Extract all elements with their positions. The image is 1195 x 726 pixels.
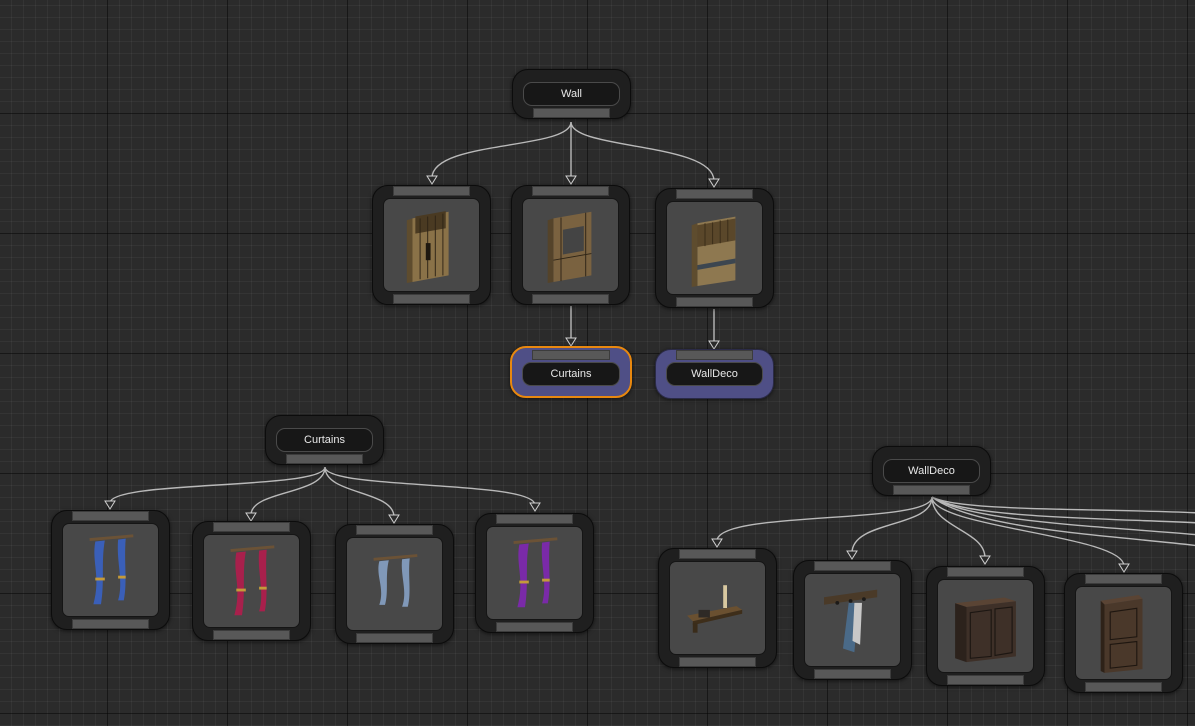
walldeco-variant-preview: [804, 573, 901, 667]
towel-rack-icon: [824, 589, 878, 653]
arrow-head: [104, 500, 116, 510]
curtain-icon: [230, 545, 275, 616]
arrow-head: [711, 538, 723, 548]
edge-wall-to-variant-1: [431, 121, 572, 179]
arrow-head: [846, 550, 858, 560]
wall-panel-icon: [691, 216, 736, 287]
curtains-node[interactable]: Curtains: [265, 415, 384, 465]
wall-variant-node-1[interactable]: [372, 185, 491, 305]
walldeco-variant-node-4[interactable]: [1064, 573, 1183, 693]
arrow-head: [708, 340, 720, 350]
arrow-head: [708, 178, 720, 188]
output-port[interactable]: [532, 294, 609, 304]
walldeco-link-label: WallDeco: [666, 362, 763, 386]
wall-node-label: Wall: [523, 82, 620, 106]
wall-shelf-icon: [687, 585, 743, 633]
output-port[interactable]: [679, 657, 756, 667]
curtain-variant-preview: [62, 523, 159, 617]
output-port[interactable]: [393, 294, 470, 304]
curtains-node-output-port[interactable]: [286, 454, 363, 464]
input-port[interactable]: [496, 514, 573, 524]
edge-curtains-to-variant-4: [324, 466, 536, 506]
output-port[interactable]: [213, 630, 290, 640]
output-port[interactable]: [356, 633, 433, 643]
wall-variant-preview: [522, 198, 619, 292]
input-port[interactable]: [356, 525, 433, 535]
curtain-variant-node-2[interactable]: [192, 521, 311, 641]
curtains-node-label: Curtains: [276, 428, 373, 452]
curtain-icon: [89, 534, 134, 605]
walldeco-node[interactable]: WallDeco: [872, 446, 991, 496]
arrow-head: [979, 555, 991, 565]
input-port[interactable]: [532, 186, 609, 196]
input-port[interactable]: [676, 189, 753, 199]
wall-node[interactable]: Wall: [512, 69, 631, 119]
output-port[interactable]: [814, 669, 891, 679]
walldeco-variant-node-1[interactable]: [658, 548, 777, 668]
input-port[interactable]: [72, 511, 149, 521]
output-port[interactable]: [676, 297, 753, 307]
wall-panel-icon: [406, 211, 449, 283]
edge-curtains-to-variant-1: [109, 466, 326, 504]
arrow-head: [388, 514, 400, 524]
input-port[interactable]: [814, 561, 891, 571]
curtains-link-node[interactable]: Curtains: [510, 346, 632, 398]
input-port[interactable]: [947, 567, 1024, 577]
input-port[interactable]: [213, 522, 290, 532]
wall-variant-preview: [383, 198, 480, 292]
input-port[interactable]: [393, 186, 470, 196]
edge-walldeco-to-variant-1: [716, 496, 933, 542]
input-port[interactable]: [1085, 574, 1162, 584]
arrow-head: [565, 337, 577, 347]
curtain-variant-preview: [486, 526, 583, 620]
edge-walldeco-offscreen-3: [931, 496, 1195, 536]
walldeco-link-node[interactable]: WallDeco: [655, 349, 774, 399]
output-port[interactable]: [496, 622, 573, 632]
dresser-icon: [955, 597, 1016, 663]
arrow-head: [426, 175, 438, 185]
wall-node-output-port[interactable]: [533, 108, 610, 118]
walldeco-node-output-port[interactable]: [893, 485, 970, 495]
curtain-icon: [513, 537, 558, 608]
curtain-variant-node-3[interactable]: [335, 524, 454, 644]
curtain-variant-node-4[interactable]: [475, 513, 594, 633]
wall-variant-node-3[interactable]: [655, 188, 774, 308]
arrow-head: [565, 175, 577, 185]
input-port[interactable]: [679, 549, 756, 559]
walldeco-variant-preview: [1075, 586, 1172, 680]
walldeco-variant-node-2[interactable]: [793, 560, 912, 680]
arrow-head: [1118, 563, 1130, 573]
wall-variant-preview: [666, 201, 763, 295]
curtain-variant-node-1[interactable]: [51, 510, 170, 630]
curtain-variant-preview: [203, 534, 300, 628]
curtains-link-input-port[interactable]: [532, 350, 610, 360]
edge-walldeco-to-variant-2: [851, 496, 933, 554]
arrow-head: [245, 512, 257, 522]
edge-wall-to-variant-3: [570, 121, 715, 182]
curtain-icon: [373, 554, 418, 607]
walldeco-variant-preview: [937, 579, 1034, 673]
curtains-link-label: Curtains: [522, 362, 620, 386]
arrow-head: [529, 502, 541, 512]
output-port[interactable]: [1085, 682, 1162, 692]
output-port[interactable]: [947, 675, 1024, 685]
output-port[interactable]: [72, 619, 149, 629]
walldeco-variant-preview: [669, 561, 766, 655]
walldeco-link-input-port[interactable]: [676, 350, 753, 360]
cabinet-icon: [1100, 595, 1143, 673]
wall-variant-node-2[interactable]: [511, 185, 630, 305]
walldeco-variant-node-3[interactable]: [926, 566, 1045, 686]
walldeco-node-label: WallDeco: [883, 459, 980, 483]
wall-window-icon: [547, 211, 592, 283]
curtain-variant-preview: [346, 537, 443, 631]
